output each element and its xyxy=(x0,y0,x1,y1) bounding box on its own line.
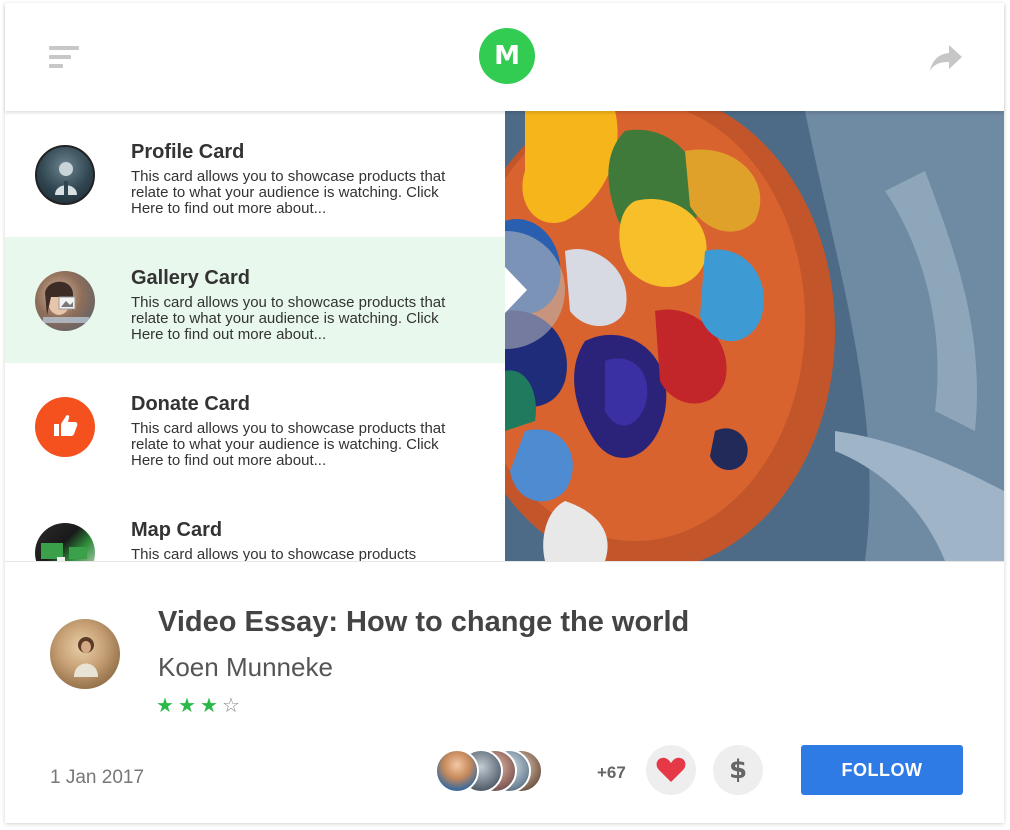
video-title: Video Essay: How to change the world xyxy=(158,606,690,638)
supporter-avatars xyxy=(435,749,585,795)
star-empty-icon[interactable]: ☆ xyxy=(222,693,244,717)
video-player[interactable] xyxy=(505,111,1004,561)
logo: M xyxy=(479,28,535,84)
gallery-avatar xyxy=(35,271,95,331)
card-description: This card allows you to showcase product… xyxy=(131,294,446,343)
profile-avatar xyxy=(35,145,95,205)
card-description: This card allows you to showcase product… xyxy=(131,546,417,562)
list-item-gallery-card[interactable]: Gallery Card This card allows you to sho… xyxy=(5,237,505,363)
list-item-map-card[interactable]: Map Card This card allows you to showcas… xyxy=(5,489,505,561)
card-title: Gallery Card xyxy=(131,267,250,289)
follow-button[interactable]: FOLLOW xyxy=(801,745,963,795)
card-list: Profile Card This card allows you to sho… xyxy=(5,111,505,561)
share-arrow-icon[interactable] xyxy=(929,43,963,73)
donate-avatar xyxy=(35,397,95,457)
card-title: Map Card xyxy=(131,519,223,541)
map-avatar xyxy=(35,523,95,561)
card-description: This card allows you to showcase product… xyxy=(131,168,446,217)
star-filled-icon[interactable]: ★ xyxy=(178,693,200,717)
list-item-profile-card[interactable]: Profile Card This card allows you to sho… xyxy=(5,111,505,237)
paint-palette-image xyxy=(505,111,1004,561)
video-info: Video Essay: How to change the world Koe… xyxy=(5,561,1004,823)
author-name[interactable]: Koen Munneke xyxy=(158,652,333,683)
publish-date: 1 Jan 2017 xyxy=(50,767,145,788)
heart-icon xyxy=(656,757,686,782)
list-item-donate-card[interactable]: Donate Card This card allows you to show… xyxy=(5,363,505,489)
app-frame: M Profile Card This card allows you to s… xyxy=(5,3,1004,823)
play-icon xyxy=(505,267,527,313)
star-rating[interactable]: ★ ★ ★ ☆ xyxy=(156,693,244,717)
menu-icon[interactable] xyxy=(49,46,81,68)
donate-button[interactable]: $ xyxy=(713,745,763,795)
supporter-count: +67 xyxy=(597,763,626,782)
like-button[interactable] xyxy=(646,745,696,795)
card-title: Donate Card xyxy=(131,393,250,415)
card-description: This card allows you to showcase product… xyxy=(131,420,446,469)
card-title: Profile Card xyxy=(131,141,245,163)
top-bar: M xyxy=(5,3,1004,111)
thumbs-up-icon xyxy=(54,414,78,436)
author-avatar[interactable] xyxy=(50,619,120,689)
star-filled-icon[interactable]: ★ xyxy=(156,693,178,717)
dollar-icon: $ xyxy=(728,755,748,785)
star-filled-icon[interactable]: ★ xyxy=(200,693,222,717)
supporter-avatar[interactable] xyxy=(435,749,479,793)
